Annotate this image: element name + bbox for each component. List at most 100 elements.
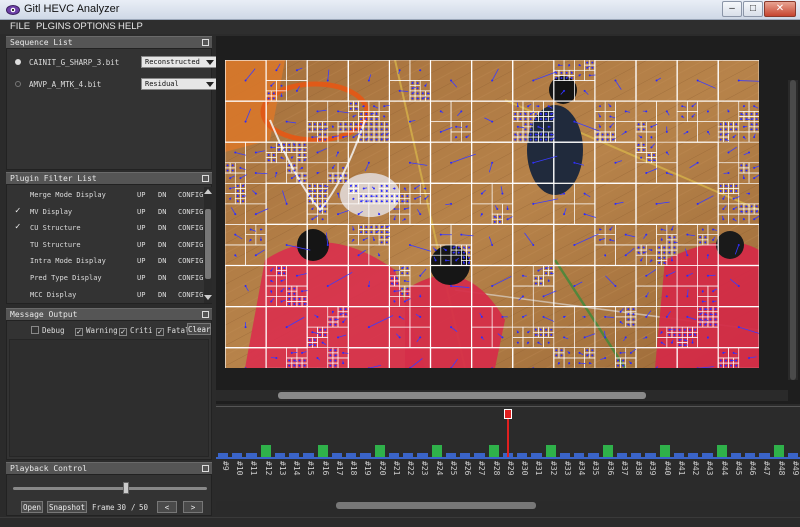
decoded-frame-image[interactable] — [225, 60, 759, 368]
i-frame-bar[interactable] — [602, 445, 613, 457]
mv-dot — [545, 138, 548, 141]
cursor-handle[interactable] — [504, 409, 512, 419]
move-up-button[interactable]: UP — [137, 191, 145, 199]
mv-dot — [308, 338, 311, 341]
float-icon[interactable] — [202, 465, 209, 472]
filter-fatal[interactable]: ✓ Fatal — [156, 326, 190, 336]
checkbox[interactable] — [15, 290, 24, 299]
scroll-thumb[interactable] — [278, 392, 646, 399]
check-icon[interactable]: ✓ — [156, 328, 164, 336]
sequence-item[interactable]: CAINIT_G_SHARP_3.bit Reconstructed — [7, 54, 217, 70]
move-down-button[interactable]: DN — [158, 274, 166, 282]
i-frame-bar[interactable] — [374, 445, 385, 457]
plugin-row[interactable]: ✓ CU Structure UP DN CONFIG — [7, 220, 207, 236]
config-button[interactable]: CONFIG — [178, 191, 203, 199]
config-button[interactable]: CONFIG — [178, 208, 203, 216]
viewer-vertical-scrollbar[interactable] — [788, 80, 798, 380]
plugin-row[interactable]: MCC Display UP DN CONFIG — [7, 287, 207, 303]
move-down-button[interactable]: DN — [158, 191, 166, 199]
filter-warning[interactable]: ✓ Warning — [75, 326, 118, 336]
checkbox[interactable] — [15, 190, 24, 199]
check-icon[interactable]: ✓ — [119, 328, 127, 336]
mv-dot — [308, 200, 311, 203]
sequence-item[interactable]: AMVP_A_MTK_4.bit Residual — [7, 76, 217, 92]
plugin-row[interactable]: Merge Mode Display UP DN CONFIG — [7, 187, 207, 203]
check-icon[interactable]: ✓ — [15, 223, 24, 232]
float-icon[interactable] — [202, 39, 209, 46]
snapshot-button[interactable]: Snapshot — [47, 501, 87, 513]
move-up-button[interactable]: UP — [137, 291, 145, 299]
close-button[interactable]: ✕ — [764, 1, 796, 17]
move-down-button[interactable]: DN — [158, 224, 166, 232]
mv-dot — [730, 128, 733, 131]
menu-file[interactable]: FILE — [10, 21, 30, 32]
i-frame-bar[interactable] — [545, 445, 556, 457]
checkbox[interactable] — [15, 240, 24, 249]
maximize-button[interactable]: □ — [743, 1, 763, 17]
config-button[interactable]: CONFIG — [178, 257, 203, 265]
display-mode-select[interactable]: Reconstructed — [141, 56, 217, 68]
display-mode-select[interactable]: Residual — [141, 78, 217, 90]
scroll-thumb[interactable] — [336, 502, 536, 509]
move-up-button[interactable]: UP — [137, 257, 145, 265]
i-frame-bar[interactable] — [773, 445, 784, 457]
move-up-button[interactable]: UP — [137, 208, 145, 216]
mv-dot — [565, 71, 568, 74]
plugin-row[interactable]: TU Structure UP DN CONFIG — [7, 237, 207, 253]
config-button[interactable]: CONFIG — [178, 291, 203, 299]
viewer-horizontal-scrollbar[interactable] — [216, 390, 788, 401]
move-up-button[interactable]: UP — [137, 241, 145, 249]
i-frame-bar[interactable] — [431, 445, 442, 457]
mv-dot — [329, 354, 332, 357]
next-frame-button[interactable]: > — [183, 501, 203, 513]
message-log[interactable] — [9, 339, 209, 457]
current-frame-cursor[interactable] — [507, 415, 509, 459]
mv-dot — [365, 225, 368, 228]
i-frame-bar[interactable] — [317, 445, 328, 457]
menu-plugins[interactable]: PLGINS — [36, 21, 71, 32]
check-icon[interactable]: ✓ — [75, 328, 83, 336]
plugin-filter-title: Plugin Filter List — [6, 172, 212, 184]
frame-slider-track[interactable] — [13, 487, 207, 490]
radio-button[interactable] — [15, 59, 21, 65]
filter-debug[interactable]: Debug — [31, 326, 65, 335]
timeline-baseline — [216, 457, 800, 459]
i-frame-bar[interactable] — [659, 445, 670, 457]
check-icon[interactable]: ✓ — [15, 206, 24, 216]
minimize-button[interactable]: – — [722, 1, 742, 17]
config-button[interactable]: CONFIG — [178, 241, 203, 249]
checkbox[interactable] — [15, 256, 24, 265]
timeline-scrollbar[interactable] — [216, 501, 800, 510]
checkbox[interactable] — [15, 273, 24, 282]
checkbox[interactable] — [31, 326, 39, 334]
clear-button[interactable]: Clear — [187, 323, 211, 335]
move-down-button[interactable]: DN — [158, 257, 166, 265]
float-icon[interactable] — [202, 311, 209, 318]
move-down-button[interactable]: DN — [158, 208, 166, 216]
move-up-button[interactable]: UP — [137, 274, 145, 282]
config-button[interactable]: CONFIG — [178, 274, 203, 282]
float-icon[interactable] — [202, 175, 209, 182]
prev-frame-button[interactable]: < — [157, 501, 177, 513]
menu-options[interactable]: OPTIONS — [73, 21, 116, 32]
move-down-button[interactable]: DN — [158, 241, 166, 249]
scroll-thumb[interactable] — [790, 80, 796, 380]
menu-help[interactable]: HELP — [118, 21, 143, 32]
i-frame-bar[interactable] — [716, 445, 727, 457]
filter-critical[interactable]: ✓ Criti — [119, 326, 153, 336]
playback-control: Open Snapshot Frame 30 / 50 < > — [6, 474, 212, 516]
i-frame-bar[interactable] — [488, 445, 499, 457]
open-button[interactable]: Open — [21, 501, 43, 513]
move-down-button[interactable]: DN — [158, 291, 166, 299]
i-frame-bar[interactable] — [260, 445, 271, 457]
mv-dot — [670, 259, 673, 262]
plugin-row[interactable]: Intra Mode Display UP DN CONFIG — [7, 253, 207, 269]
frame-timeline[interactable]: #9 #10 #11 #12 #13 #14 #15 #16 #17 #18 #19 #20 #21 #2… — [216, 406, 800, 510]
plugin-row[interactable]: ✓ MV Display UP DN CONFIG — [7, 204, 207, 220]
config-button[interactable]: CONFIG — [178, 224, 203, 232]
mv-dot — [583, 213, 586, 216]
plugin-row[interactable]: Pred Type Display UP DN CONFIG — [7, 270, 207, 286]
radio-button[interactable] — [15, 81, 21, 87]
frame-slider-handle[interactable] — [122, 482, 129, 494]
move-up-button[interactable]: UP — [137, 224, 145, 232]
